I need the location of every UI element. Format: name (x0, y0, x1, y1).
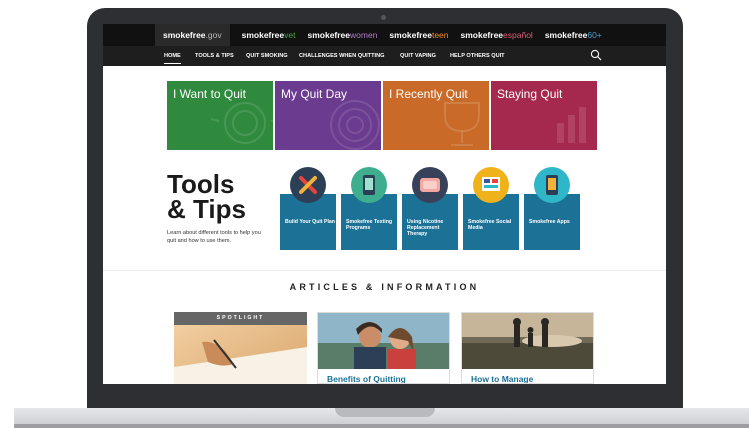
brand-smokefree-vet[interactable]: smokefreevet (242, 24, 296, 46)
tool-label: Smokefree Apps (529, 219, 570, 225)
card-label: Staying Quit (497, 87, 563, 101)
brand-smokefree-women[interactable]: smokefreewomen (307, 24, 377, 46)
brand-suffix: teen (431, 30, 449, 40)
tool-label: Smokefree Texting Programs (346, 219, 393, 232)
couple-photo (318, 313, 449, 369)
tools-tips-heading: Tools & Tips (167, 171, 246, 224)
brand-suffix: vet (284, 30, 296, 40)
nav-home[interactable]: HOME (164, 46, 181, 66)
section-divider (103, 270, 666, 271)
nav-tools-tips[interactable]: TOOLS & TIPS (195, 46, 234, 66)
brand-smokefree-gov[interactable]: smokefree.gov (155, 24, 230, 46)
card-label: I Want to Quit (173, 87, 246, 101)
card-label: I Recently Quit (389, 87, 468, 101)
tools-title-line2: & Tips (167, 194, 246, 224)
nav-challenges[interactable]: CHALLENGES WHEN QUITTING (299, 46, 384, 66)
nav-quit-smoking[interactable]: QUIT SMOKING (246, 46, 288, 66)
laptop-mockup: smokefree.gov smokefreevet smokefreewome… (0, 0, 749, 428)
card-staying-quit[interactable]: Staying Quit (491, 81, 597, 150)
phone-icon (351, 167, 387, 203)
brand-main: smokefree (544, 30, 588, 40)
card-i-want-to-quit[interactable]: I Want to Quit (167, 81, 273, 150)
social-media-icon (473, 167, 509, 203)
brand-main: smokefree (460, 30, 504, 40)
brand-main: smokefree (241, 30, 285, 40)
brand-main: smokefree (163, 30, 206, 40)
laptop-base-edge (14, 424, 749, 428)
brand-smokefree-espanol[interactable]: smokefreeespañol (461, 24, 533, 46)
brand-suffix: women (350, 30, 378, 40)
article-card-spotlight[interactable]: SPOTLIGHT (174, 312, 307, 384)
main-nav: HOME TOOLS & TIPS QUIT SMOKING CHALLENGE… (103, 46, 666, 66)
browser-screen: smokefree.gov smokefreevet smokefreewome… (103, 24, 666, 384)
family-walk-photo (462, 313, 593, 369)
tools-subtitle: Learn about different tools to help you … (167, 230, 261, 244)
tool-label: Smokefree Social Media (468, 219, 512, 232)
brand-main: smokefree (307, 30, 351, 40)
nav-help-others[interactable]: HELP OTHERS QUIT (450, 46, 505, 66)
brand-suffix: 60+ (587, 30, 602, 40)
brand-smokefree-60plus[interactable]: smokefree60+ (545, 24, 602, 46)
spotlight-badge: SPOTLIGHT (174, 312, 307, 325)
card-label: My Quit Day (281, 87, 348, 101)
article-card-benefits[interactable]: Benefits of Quitting (317, 312, 450, 384)
brand-suffix: español (503, 30, 533, 40)
article-title: Benefits of Quitting (327, 374, 406, 384)
card-my-quit-day[interactable]: My Quit Day (275, 81, 381, 150)
brand-main: smokefree (389, 30, 432, 40)
articles-heading: ARTICLES & INFORMATION (289, 282, 480, 292)
patch-icon (412, 167, 448, 203)
card-i-recently-quit[interactable]: I Recently Quit (383, 81, 489, 150)
brand-smokefree-teen[interactable]: smokefreeteen (389, 24, 448, 46)
tool-label: Build Your Quit Plan (285, 219, 335, 225)
webcam (381, 15, 386, 20)
site-network-bar: smokefree.gov smokefreevet smokefreewome… (103, 24, 666, 46)
article-title: How to Manage (471, 374, 534, 384)
article-card-how-to-manage[interactable]: How to Manage (461, 312, 594, 384)
nav-quit-vaping[interactable]: QUIT VAPING (400, 46, 436, 66)
search-icon[interactable] (590, 49, 602, 61)
laptop-notch (335, 408, 435, 417)
brand-suffix: .gov (205, 30, 222, 40)
x-plan-icon (290, 167, 326, 203)
tool-label: Using Nicotine Replacement Therapy (407, 219, 444, 238)
app-icon (534, 167, 570, 203)
